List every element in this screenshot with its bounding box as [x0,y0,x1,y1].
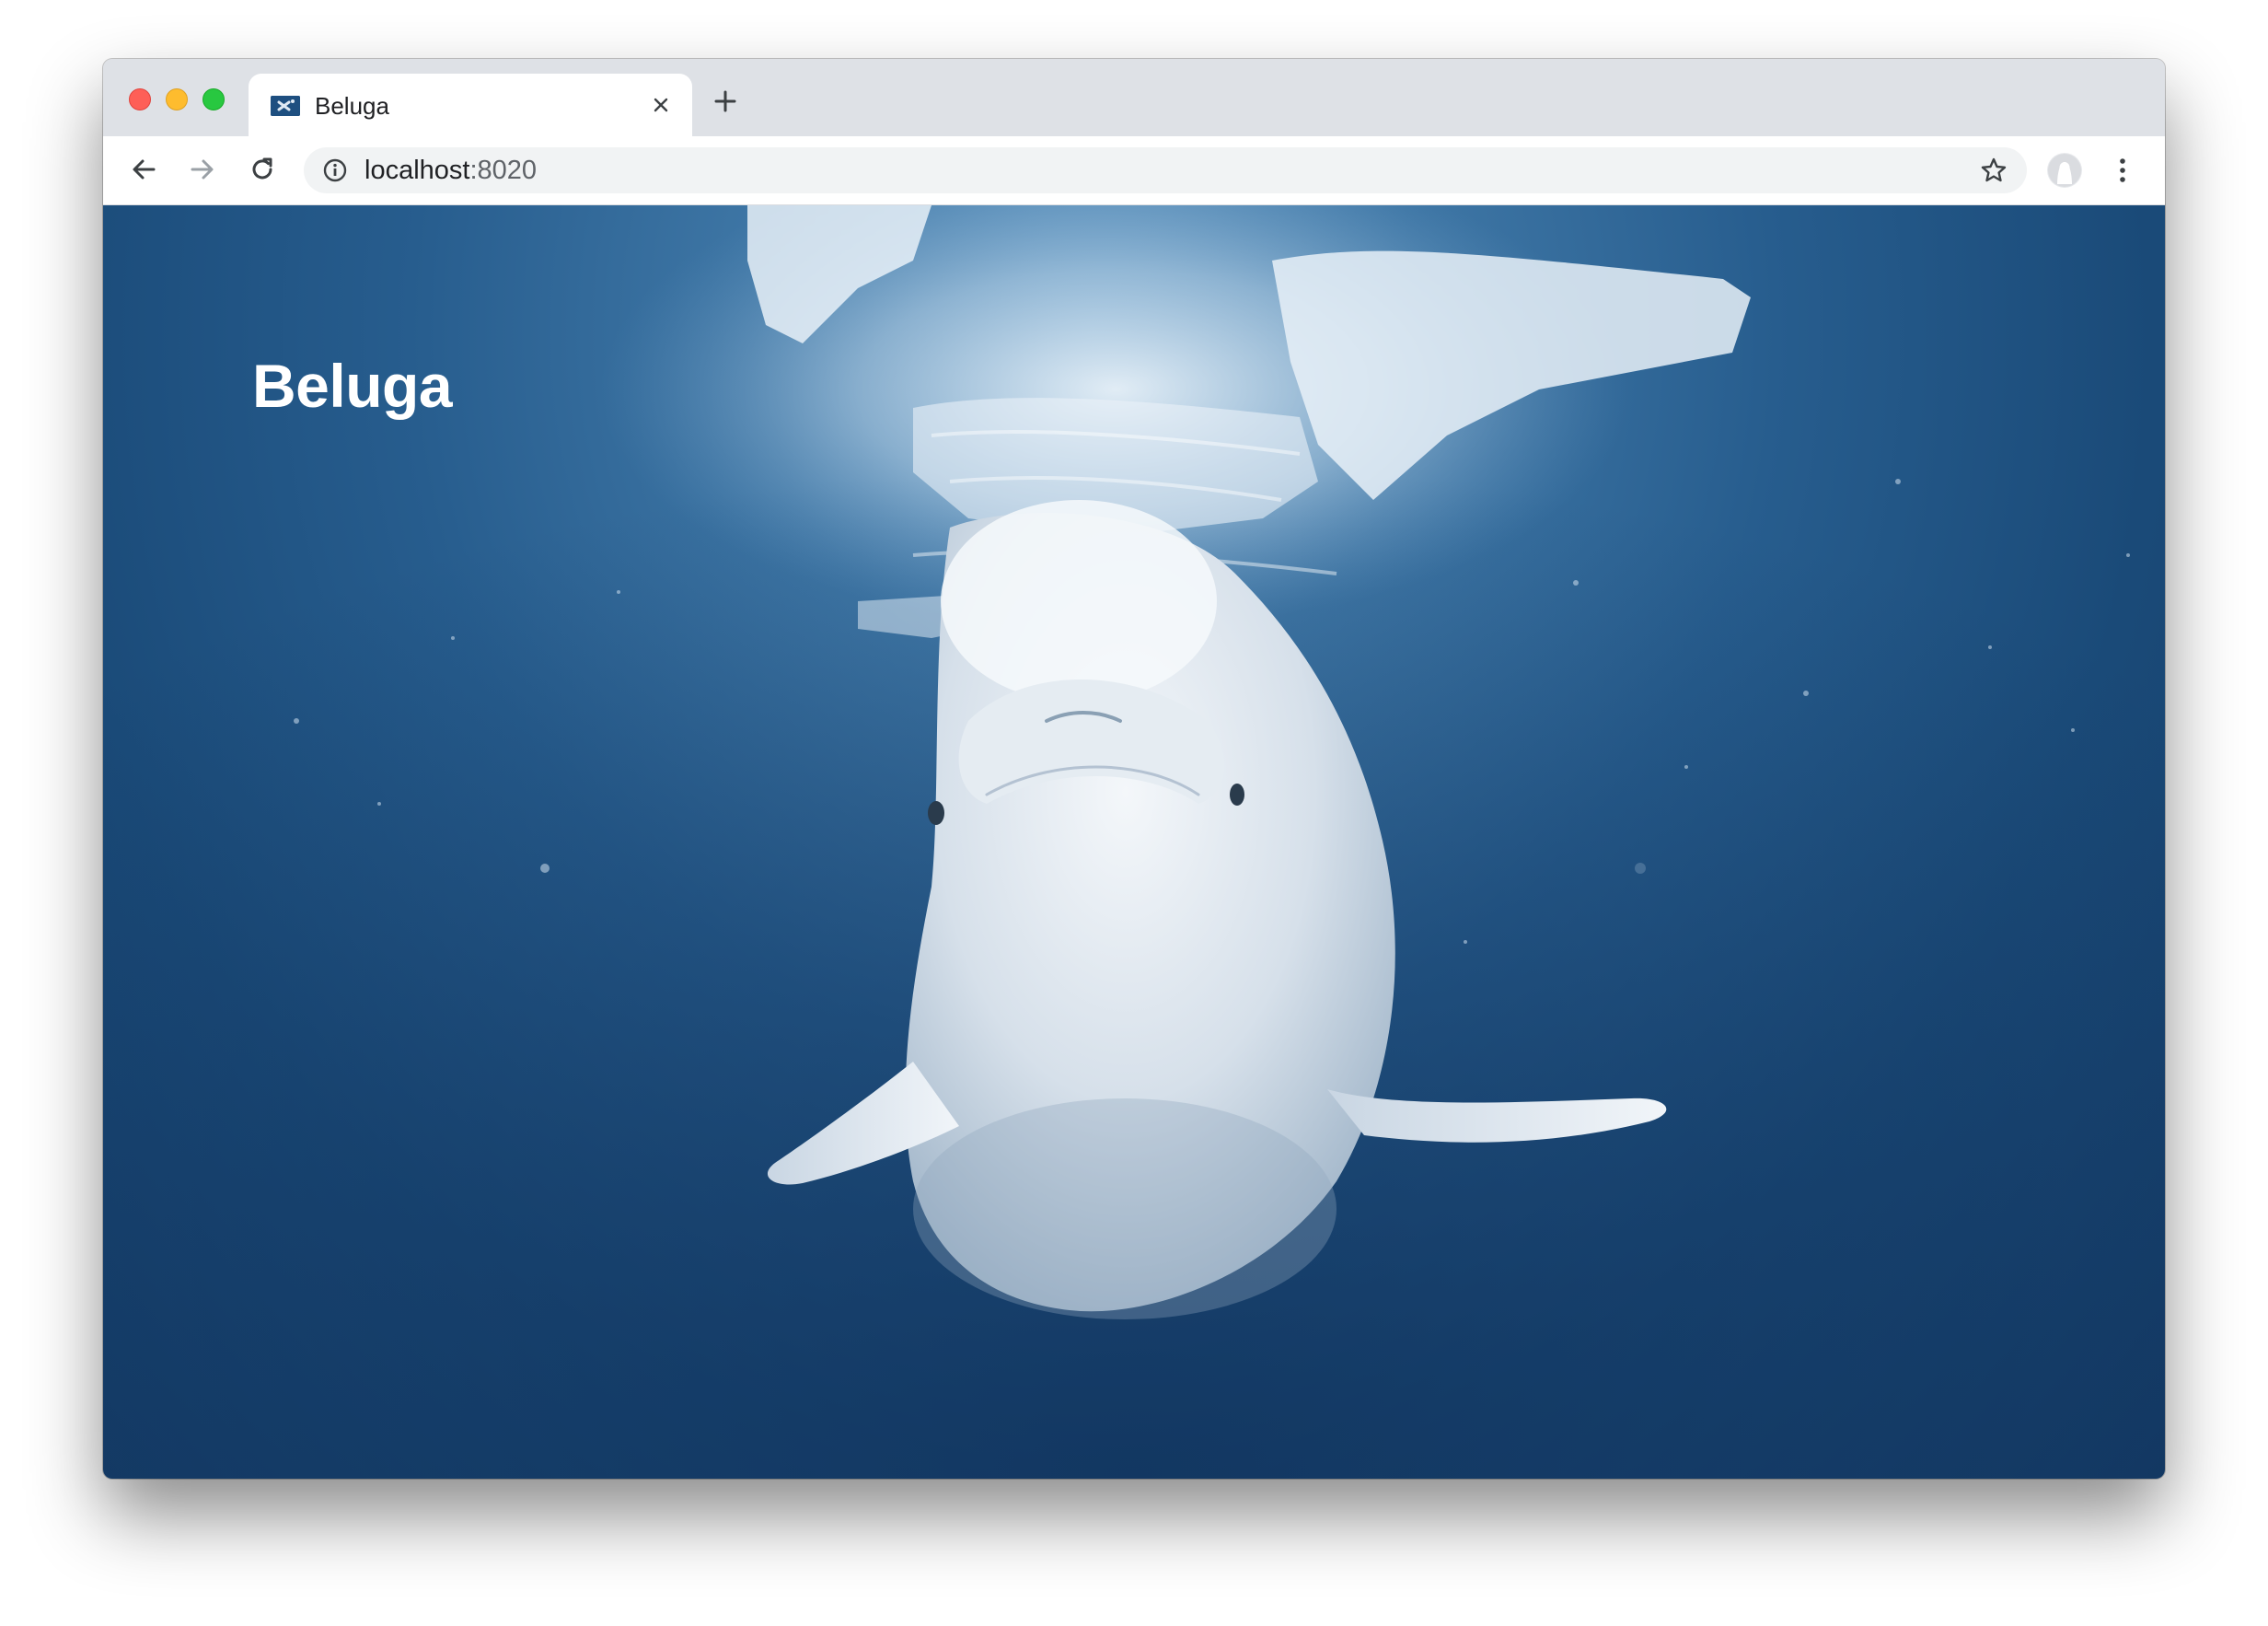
close-icon[interactable] [646,90,676,120]
browser-window: Beluga localhost:8020 Beluga [103,59,2165,1479]
forward-arrow-icon[interactable] [184,151,221,188]
close-window-button[interactable] [129,88,151,110]
url-text[interactable]: localhost:8020 [364,156,537,185]
reload-icon[interactable] [244,151,281,188]
beluga-flag-icon [271,96,300,116]
browser-toolbar: localhost:8020 [103,136,2165,205]
kebab-menu-icon[interactable] [2106,153,2139,188]
tab-title: Beluga [315,92,389,120]
tab-beluga[interactable]: Beluga [249,74,692,136]
minimize-window-button[interactable] [166,88,188,110]
info-icon[interactable] [322,157,348,183]
maximize-window-button[interactable] [202,88,225,110]
plus-icon[interactable] [711,87,740,116]
page-title: Beluga [252,352,453,420]
tab-strip: Beluga [103,59,2165,136]
url-port: :8020 [469,156,538,185]
star-icon[interactable] [1979,156,2008,185]
address-bar[interactable]: localhost:8020 [304,147,2027,193]
url-host: localhost [364,156,470,185]
avatar-icon[interactable] [2047,153,2082,188]
back-arrow-icon[interactable] [125,151,162,188]
page-viewport: Beluga [103,205,2165,1479]
